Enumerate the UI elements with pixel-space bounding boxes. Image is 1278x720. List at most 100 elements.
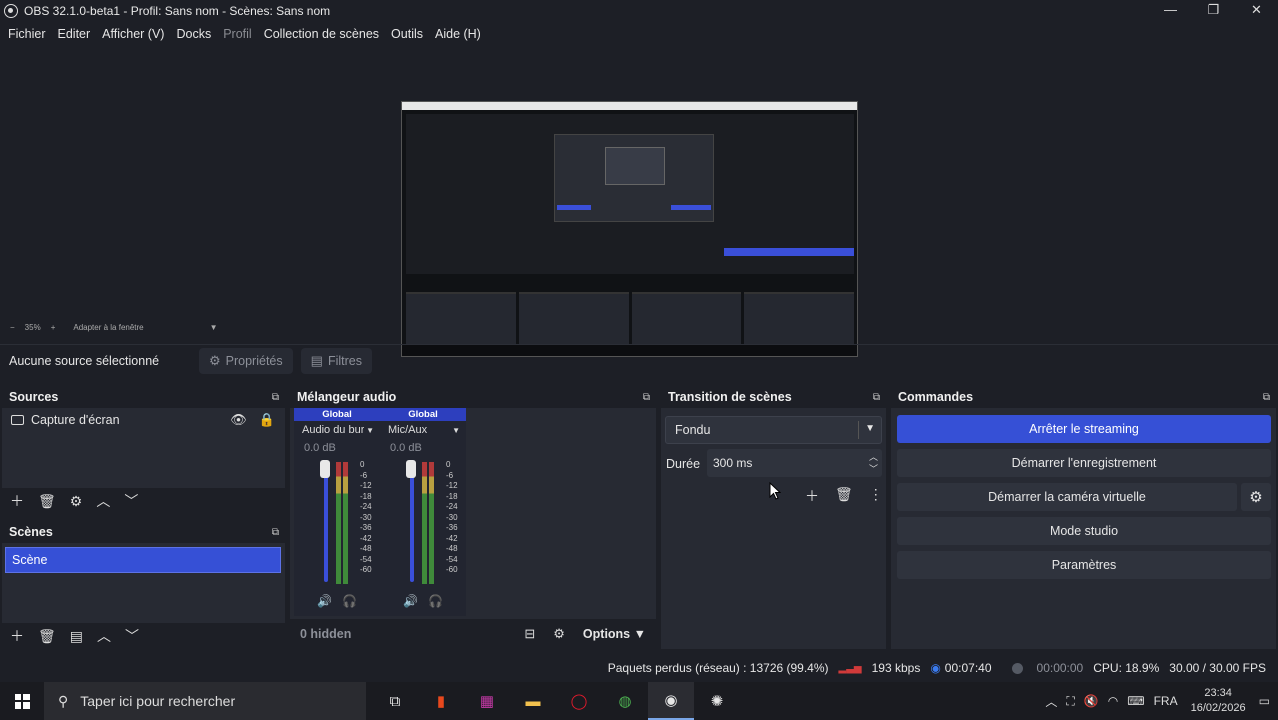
trash-icon[interactable]: 🗑 (38, 628, 56, 645)
undock-icon[interactable]: ⧉ (1263, 392, 1270, 403)
headphones-icon[interactable]: 🎧 (428, 594, 443, 608)
menu-editer[interactable]: Editer (52, 27, 97, 41)
virtual-camera-settings-gear-icon[interactable]: ⚙ (1241, 483, 1271, 511)
clock-time: 23:34 (1204, 687, 1232, 699)
volume-fader-knob[interactable] (406, 460, 416, 478)
menu-afficher[interactable]: Afficher (V) (96, 27, 170, 41)
undock-icon[interactable]: ⧉ (873, 392, 880, 403)
move-down-icon[interactable]: ﹀ (125, 626, 139, 646)
undock-icon[interactable]: ⧉ (643, 392, 650, 403)
minimize-button[interactable]: — (1149, 0, 1192, 22)
source-item[interactable]: Capture d'écran 👁 🔒 (2, 408, 285, 432)
chevron-down-icon: ▼ (366, 425, 374, 435)
menu-aide[interactable]: Aide (H) (429, 27, 487, 41)
start-recording-button[interactable]: Démarrer l'enregistrement (897, 449, 1271, 477)
menu-fichier[interactable]: Fichier (2, 27, 52, 41)
streaming-icon: ◉ (930, 661, 941, 675)
zoom-fit-dropdown[interactable]: Adapter à la fenêtre (73, 323, 143, 332)
preview-area[interactable] (0, 46, 1278, 357)
bitrate: 193 kbps (871, 661, 921, 675)
window-title: OBS 32.1.0-beta1 - Profil: Sans nom - Sc… (24, 4, 331, 18)
layout-icon[interactable]: ⊟ (524, 626, 535, 642)
start-virtual-camera-button[interactable]: Démarrer la caméra virtuelle (897, 483, 1237, 511)
chevron-down-icon[interactable]: ▼ (210, 323, 218, 332)
volume-fader-track[interactable] (410, 464, 414, 582)
duration-label: Durée (666, 457, 701, 471)
preview-nested-inner2 (605, 147, 665, 185)
close-button[interactable]: ✕ (1235, 0, 1278, 22)
system-tray: ︿ ⛶ 🔇 ◠ ⌨ FRA 23:34 16/02/2026 ▭ (1045, 686, 1278, 716)
speaker-icon[interactable]: 🔊 (317, 594, 332, 608)
move-up-icon[interactable]: ︿ (97, 626, 111, 646)
add-scene-icon[interactable]: ＋ (10, 626, 24, 646)
studio-mode-button[interactable]: Mode studio (897, 517, 1271, 545)
move-up-icon[interactable]: ︿ (96, 491, 110, 511)
undock-icon[interactable]: ⧉ (272, 392, 279, 403)
chrome-icon[interactable]: ◍ (602, 682, 648, 720)
keyboard-icon[interactable]: ⌨ (1127, 694, 1144, 708)
menu-docks[interactable]: Docks (170, 27, 217, 41)
spin-arrows[interactable]: ︿ ﹀ (869, 451, 878, 475)
maximize-button[interactable]: ❐ (1192, 0, 1235, 22)
undock-icon[interactable]: ⧉ (272, 527, 279, 538)
chevron-up-icon[interactable]: ︿ (1045, 693, 1057, 710)
add-source-icon[interactable]: ＋ (10, 491, 24, 511)
obs-icon[interactable]: ◉ (648, 682, 694, 720)
add-transition-icon[interactable]: ＋ (805, 486, 819, 506)
file-explorer-icon[interactable]: ▬ (510, 682, 556, 720)
properties-button[interactable]: ⚙ Propriétés (199, 347, 293, 374)
channel-volume-db: 0.0 dB (304, 442, 336, 454)
settings-button[interactable]: Paramètres (897, 551, 1271, 579)
options-dropdown[interactable]: Options ▼ (583, 627, 646, 641)
mixer-channel-desktop: Global Audio du bureau ▼ 0.0 dB 0-6-12-1… (294, 408, 380, 616)
channel-name-dropdown[interactable]: Mic/Aux ▼ (380, 421, 466, 439)
filter-icon[interactable]: ▤ (70, 628, 83, 645)
start-button[interactable] (0, 682, 44, 720)
search-icon: ⚲ (58, 692, 69, 709)
gear-icon[interactable]: ⚙ (70, 493, 83, 510)
move-down-icon[interactable]: ﹀ (124, 491, 138, 511)
trash-icon[interactable]: 🗑 (38, 493, 56, 510)
zoom-out-button[interactable]: − (10, 323, 15, 332)
trash-icon[interactable]: 🗑 (835, 486, 853, 506)
transition-select[interactable]: Fondu ▼ (665, 416, 882, 444)
more-options-icon[interactable]: ⋮ (869, 486, 883, 506)
wifi-icon[interactable]: ◠ (1108, 694, 1118, 708)
sources-toolbar: ＋ 🗑 ⚙ ︿ ﹀ (2, 488, 285, 514)
task-view-icon[interactable]: ⧉ (372, 682, 418, 720)
status-bar: Paquets perdus (réseau) : 13726 (99.4%) … (0, 656, 1278, 680)
volume-fader-track[interactable] (324, 464, 328, 582)
duration-spinbox[interactable]: 300 ms ︿ ﹀ (707, 449, 882, 477)
fps: 30.00 / 30.00 FPS (1169, 661, 1266, 675)
menu-outils[interactable]: Outils (385, 27, 429, 41)
opera-icon[interactable]: ◯ (556, 682, 602, 720)
volume-muted-icon[interactable]: 🔇 (1084, 694, 1099, 708)
filters-button[interactable]: ▤ Filtres (300, 347, 372, 374)
notifications-icon[interactable]: ▭ (1259, 694, 1270, 708)
menu-profil[interactable]: Profil (217, 27, 257, 41)
channel-name-dropdown[interactable]: Audio du bureau ▼ (294, 421, 380, 439)
preview-dock-mixer (518, 292, 629, 344)
lock-icon[interactable]: 🔒 (259, 412, 275, 428)
headphones-icon[interactable]: 🎧 (342, 594, 357, 608)
channel-name: Mic/Aux (388, 424, 428, 436)
record-icon (1011, 663, 1023, 675)
office-icon[interactable]: ▮ (418, 682, 464, 720)
advanced-audio-icon[interactable]: ⚙ (553, 626, 565, 642)
speaker-icon[interactable]: 🔊 (403, 594, 418, 608)
volume-meter: 0 -6 -12 -18 -24 -30 -36 -42 -48 -54 -60 (302, 460, 374, 596)
app-icon[interactable]: ✺ (694, 682, 740, 720)
winrar-icon[interactable]: ▦ (464, 682, 510, 720)
clock[interactable]: 23:34 16/02/2026 (1191, 686, 1246, 716)
window-controls: — ❐ ✕ (1149, 0, 1278, 22)
network-status-icon[interactable]: ⛶ (1066, 694, 1074, 709)
recording-time: 00:00:00 (1002, 661, 1083, 675)
language-indicator[interactable]: FRA (1154, 694, 1178, 708)
stop-streaming-button[interactable]: Arrêter le streaming (897, 415, 1271, 443)
menu-collection-scenes[interactable]: Collection de scènes (258, 27, 385, 41)
taskbar-search[interactable]: ⚲ Taper ici pour rechercher (44, 682, 366, 720)
volume-fader-knob[interactable] (320, 460, 330, 478)
zoom-in-button[interactable]: + (51, 323, 56, 332)
scene-item[interactable]: Scène (5, 547, 281, 573)
eye-icon[interactable]: 👁 (230, 412, 247, 428)
